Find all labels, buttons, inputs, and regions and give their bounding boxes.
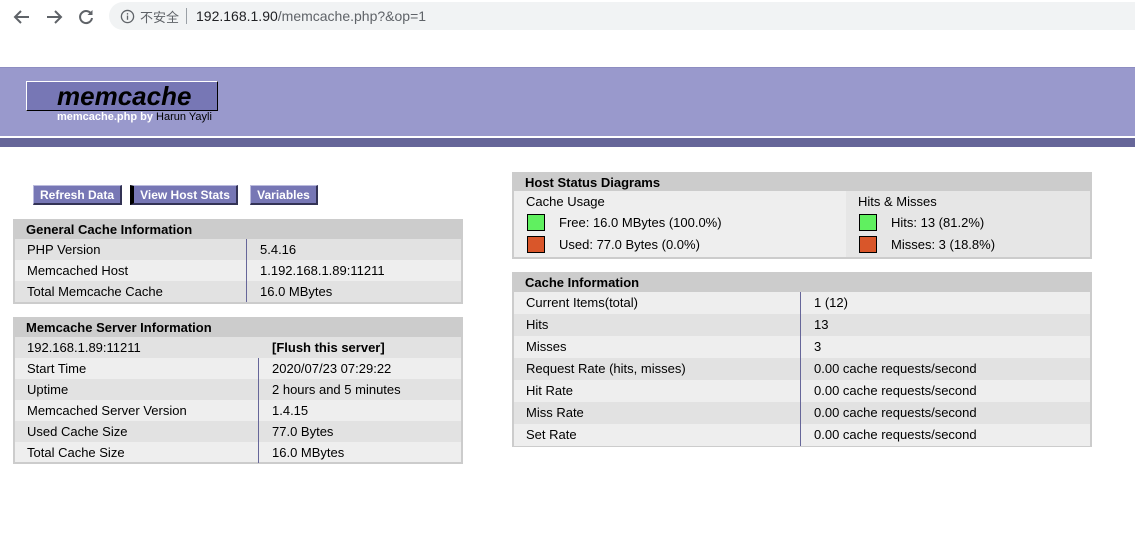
row-value: 13 — [814, 317, 829, 332]
row-value: 0.00 cache requests/second — [814, 361, 977, 376]
table-row: Uptime 2 hours and 5 minutes — [15, 379, 461, 400]
table-title: General Cache Information — [15, 221, 461, 239]
row-label: Used Cache Size — [15, 421, 259, 442]
table-row: Total Cache Size 16.0 MBytes — [15, 442, 461, 463]
row-label: Hits — [514, 314, 801, 336]
row-label: PHP Version — [15, 239, 247, 260]
browser-toolbar: 不安全 192.168.1.90/memcache.php?&op=1 — [0, 0, 1135, 34]
server-host: 192.168.1.89:11211 — [27, 340, 141, 355]
table-row: PHP Version 5.4.16 — [15, 239, 461, 260]
forward-icon[interactable] — [42, 5, 66, 29]
row-value: 16.0 MBytes — [272, 445, 345, 460]
free-swatch — [527, 214, 545, 231]
row-value: 3 — [814, 339, 822, 354]
cache-usage-title: Cache Usage — [526, 194, 605, 209]
url-path: /memcache.php?&op=1 — [277, 8, 427, 24]
host-status-diagrams: Host Status Diagrams Cache Usage Free: 1… — [512, 172, 1092, 259]
table-title: Host Status Diagrams — [514, 174, 1090, 191]
table-row: Total Memcache Cache 16.0 MBytes — [15, 281, 461, 302]
row-label: Request Rate (hits, misses) — [514, 358, 801, 380]
hits-swatch — [859, 214, 877, 231]
url-host: 192.168.1.90 — [196, 8, 278, 24]
back-icon[interactable] — [10, 5, 34, 29]
row-label: Misses — [514, 336, 801, 358]
table-row: Used Cache Size 77.0 Bytes — [15, 421, 461, 442]
row-value: 0.00 cache requests/second — [814, 405, 977, 420]
used-legend: Used: 77.0 Bytes (0.0%) — [527, 236, 700, 253]
table-row: Start Time 2020/07/23 07:29:22 — [15, 358, 461, 379]
row-value: 1 (12) — [814, 295, 848, 310]
row-value: 0.00 cache requests/second — [814, 383, 977, 398]
row-label: Total Memcache Cache — [15, 281, 247, 302]
cache-info-table: Cache Information Current Items(total) 1… — [512, 272, 1092, 447]
page-header: memcache memcache.php by Harun Yayli — [0, 67, 1135, 136]
general-cache-info-table: General Cache Information PHP Version 5.… — [13, 219, 463, 304]
hits-misses-panel: Hits & Misses Hits: 13 (81.2%) Misses: 3… — [846, 191, 1090, 257]
misses-legend: Misses: 3 (18.8%) — [859, 236, 995, 253]
misses-swatch — [859, 236, 877, 253]
logo-box: memcache — [26, 81, 218, 111]
address-bar[interactable]: 不安全 192.168.1.90/memcache.php?&op=1 — [109, 2, 1135, 30]
author-name: Harun Yayli — [156, 111, 212, 123]
address-separator — [186, 8, 188, 24]
free-legend: Free: 16.0 MBytes (100.0%) — [527, 214, 722, 231]
free-label: Free: 16.0 MBytes (100.0%) — [559, 215, 722, 230]
refresh-data-button[interactable]: Refresh Data — [33, 185, 122, 205]
table-title: Memcache Server Information — [15, 319, 461, 337]
cache-usage-panel: Cache Usage Free: 16.0 MBytes (100.0%) U… — [514, 191, 846, 257]
header-bottom-bar — [0, 138, 1135, 147]
hits-legend: Hits: 13 (81.2%) — [859, 214, 984, 231]
row-value: 16.0 MBytes — [260, 284, 333, 299]
table-row: Hit Rate 0.00 cache requests/second — [514, 380, 1090, 402]
row-value: 1.192.168.1.89:11211 — [260, 263, 385, 278]
table-row: Request Rate (hits, misses) 0.00 cache r… — [514, 358, 1090, 380]
table-row: 192.168.1.89:11211 [Flush this server] — [15, 337, 461, 358]
table-row: Miss Rate 0.00 cache requests/second — [514, 402, 1090, 424]
security-label[interactable]: 不安全 — [140, 7, 179, 26]
table-row: Memcached Server Version 1.4.15 — [15, 400, 461, 421]
misses-label: Misses: 3 (18.8%) — [891, 237, 996, 252]
row-label: Miss Rate — [514, 402, 801, 424]
used-label: Used: 77.0 Bytes (0.0%) — [559, 237, 700, 252]
table-row: Hits 13 — [514, 314, 1090, 336]
hits-misses-title: Hits & Misses — [858, 194, 937, 209]
row-value: 77.0 Bytes — [272, 424, 334, 439]
subtitle-prefix: memcache.php by — [57, 111, 153, 123]
row-value: 2 hours and 5 minutes — [272, 382, 401, 397]
table-row: Misses 3 — [514, 336, 1090, 358]
table-row: Set Rate 0.00 cache requests/second — [514, 424, 1090, 446]
flush-server-link[interactable]: [Flush this server] — [259, 337, 385, 358]
row-value: 2020/07/23 07:29:22 — [272, 361, 392, 376]
row-label: Hit Rate — [514, 380, 801, 402]
row-label: Memcached Server Version — [15, 400, 259, 421]
logo: memcache — [57, 81, 192, 111]
row-label: Start Time — [15, 358, 259, 379]
row-label: Memcached Host — [15, 260, 247, 281]
logo-subtitle: memcache.php by Harun Yayli — [57, 111, 212, 123]
table-row: Memcached Host 1.192.168.1.89:11211 — [15, 260, 461, 281]
used-swatch — [527, 236, 545, 253]
hits-label: Hits: 13 (81.2%) — [891, 215, 985, 230]
reload-icon[interactable] — [74, 5, 98, 29]
variables-button[interactable]: Variables — [250, 185, 318, 205]
row-value: 0.00 cache requests/second — [814, 427, 977, 442]
view-host-stats-button[interactable]: View Host Stats — [130, 185, 238, 205]
row-label: Set Rate — [514, 424, 801, 446]
row-value: 5.4.16 — [260, 242, 297, 257]
table-row: Current Items(total) 1 (12) — [514, 292, 1090, 314]
row-label: Total Cache Size — [15, 442, 259, 463]
table-title: Cache Information — [514, 274, 1090, 292]
row-value: 1.4.15 — [272, 403, 309, 418]
server-info-table: Memcache Server Information 192.168.1.89… — [13, 317, 463, 464]
row-label: Uptime — [15, 379, 259, 400]
row-label: Current Items(total) — [514, 292, 801, 314]
info-icon[interactable] — [119, 8, 135, 24]
